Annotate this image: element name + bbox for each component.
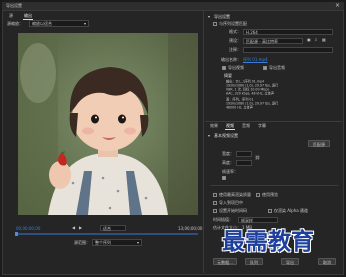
queue-button[interactable]: 队列 bbox=[245, 258, 263, 265]
height-label: 高度： bbox=[222, 160, 234, 165]
settings-separator bbox=[210, 185, 338, 186]
max-quality-label: 使用最高渲染质量 bbox=[219, 192, 251, 197]
frame-rate-label: 帧速率： bbox=[222, 169, 238, 174]
export-button[interactable]: 导出 bbox=[281, 258, 299, 265]
import-preset-icon[interactable]: ⇩ bbox=[314, 38, 317, 42]
cancel-button[interactable]: 取消 bbox=[318, 258, 336, 265]
export-audio-label: 导出音频 bbox=[269, 65, 285, 70]
preset-label: 预设： bbox=[229, 38, 241, 43]
tab-output[interactable]: 输出 bbox=[24, 14, 32, 18]
timecode-start[interactable]: 00;00;00;00 bbox=[16, 227, 40, 231]
tab-source[interactable]: 源 bbox=[9, 14, 13, 18]
summary-header: 摘要 bbox=[224, 73, 232, 78]
tab-captions[interactable]: 字幕 bbox=[258, 124, 266, 128]
source-scaling-select[interactable]: 缩放以适合 ▾ bbox=[29, 20, 89, 27]
render-alpha-checkbox[interactable] bbox=[268, 209, 272, 213]
tab-audio[interactable]: 音频 bbox=[242, 124, 250, 128]
output-name-link[interactable]: 序列 01.mp4 bbox=[243, 58, 268, 62]
frame-rate-checkbox[interactable] bbox=[222, 176, 226, 180]
preview-image bbox=[18, 33, 198, 215]
summary-output: 输出：D:\...\序列 01.mp4 1920x1080 (1.0), 29.… bbox=[226, 79, 279, 96]
tabs-separator bbox=[205, 121, 342, 122]
comment-field[interactable] bbox=[243, 47, 333, 53]
time-interpolation-select[interactable]: 帧采样 bbox=[238, 217, 278, 223]
chevron-down-icon: ▾ bbox=[84, 21, 87, 26]
timeline-track[interactable] bbox=[16, 233, 198, 235]
height-field[interactable] bbox=[236, 160, 252, 166]
mark-out-icon[interactable]: ▶ bbox=[79, 226, 82, 230]
export-video-label: 导出视频 bbox=[228, 65, 244, 70]
export-audio-checkbox[interactable] bbox=[263, 66, 267, 70]
video-tab-underline bbox=[225, 129, 235, 130]
collapse-icon[interactable]: ▾ bbox=[208, 15, 210, 19]
match-source-button[interactable]: 匹配源 bbox=[308, 140, 330, 147]
chevron-down-icon: ▾ bbox=[137, 240, 140, 245]
metadata-button[interactable]: 元数据... bbox=[213, 258, 237, 265]
import-project-label: 导入到项目中 bbox=[219, 200, 243, 205]
basic-settings-header: 基本视频设置 bbox=[214, 133, 238, 138]
source-range-label: 源范围： bbox=[74, 240, 90, 245]
use-previews-checkbox[interactable] bbox=[256, 193, 260, 197]
panel-divider bbox=[203, 11, 204, 273]
collapse-icon[interactable]: ▾ bbox=[208, 134, 210, 138]
summary-source: 源：序列，序列 01 1920x1080 (1.0), 29.97 fps, 逐… bbox=[226, 97, 279, 110]
link-icon[interactable]: ⛓ bbox=[255, 156, 260, 160]
output-name-label: 输出名称： bbox=[221, 57, 241, 62]
tab-effects[interactable]: 效果 bbox=[210, 124, 218, 128]
delete-preset-icon[interactable]: ▦ bbox=[322, 38, 326, 42]
width-field[interactable] bbox=[236, 151, 252, 157]
close-icon[interactable]: × bbox=[335, 3, 340, 9]
watermark-text: 最需教育 bbox=[222, 229, 314, 255]
format-select[interactable]: H.264 bbox=[243, 29, 333, 35]
fit-select[interactable]: 适合 bbox=[100, 225, 126, 231]
render-alpha-label: 仅渲染 Alpha 通道 bbox=[274, 208, 308, 213]
preset-select[interactable]: 匹配源 - 高比特率 bbox=[243, 38, 303, 44]
mark-in-icon[interactable]: ◀ bbox=[72, 226, 75, 230]
source-scaling-label: 源缩放： bbox=[7, 21, 23, 26]
window-title: 导出设置 bbox=[6, 3, 22, 8]
save-preset-icon[interactable]: ▣ bbox=[307, 38, 311, 42]
tab-video[interactable]: 视频 bbox=[226, 124, 234, 128]
import-project-checkbox[interactable] bbox=[213, 201, 217, 205]
time-interpolation-label: 时间插值： bbox=[213, 217, 233, 222]
start-timecode-label: 设置开始时间码 bbox=[219, 208, 247, 213]
export-video-checkbox[interactable] bbox=[222, 66, 226, 70]
timecode-end[interactable]: 13;00;00;00 bbox=[178, 227, 202, 231]
start-timecode-checkbox[interactable] bbox=[213, 209, 217, 213]
match-sequence-label: 与序列设置匹配 bbox=[219, 21, 247, 26]
title-bar: 导出设置 × bbox=[2, 2, 344, 11]
max-quality-checkbox[interactable] bbox=[213, 193, 217, 197]
preview-frame bbox=[18, 33, 198, 215]
use-previews-label: 使用预览 bbox=[262, 192, 278, 197]
format-label: 格式： bbox=[229, 29, 241, 34]
source-range-select[interactable]: 整个序列 ▾ bbox=[92, 239, 142, 246]
playhead-icon[interactable] bbox=[15, 232, 18, 236]
width-label: 宽度： bbox=[222, 151, 234, 156]
match-sequence-checkbox[interactable] bbox=[213, 22, 217, 26]
comment-label: 注释： bbox=[229, 47, 241, 52]
export-settings-header: 导出设置 bbox=[214, 14, 230, 19]
